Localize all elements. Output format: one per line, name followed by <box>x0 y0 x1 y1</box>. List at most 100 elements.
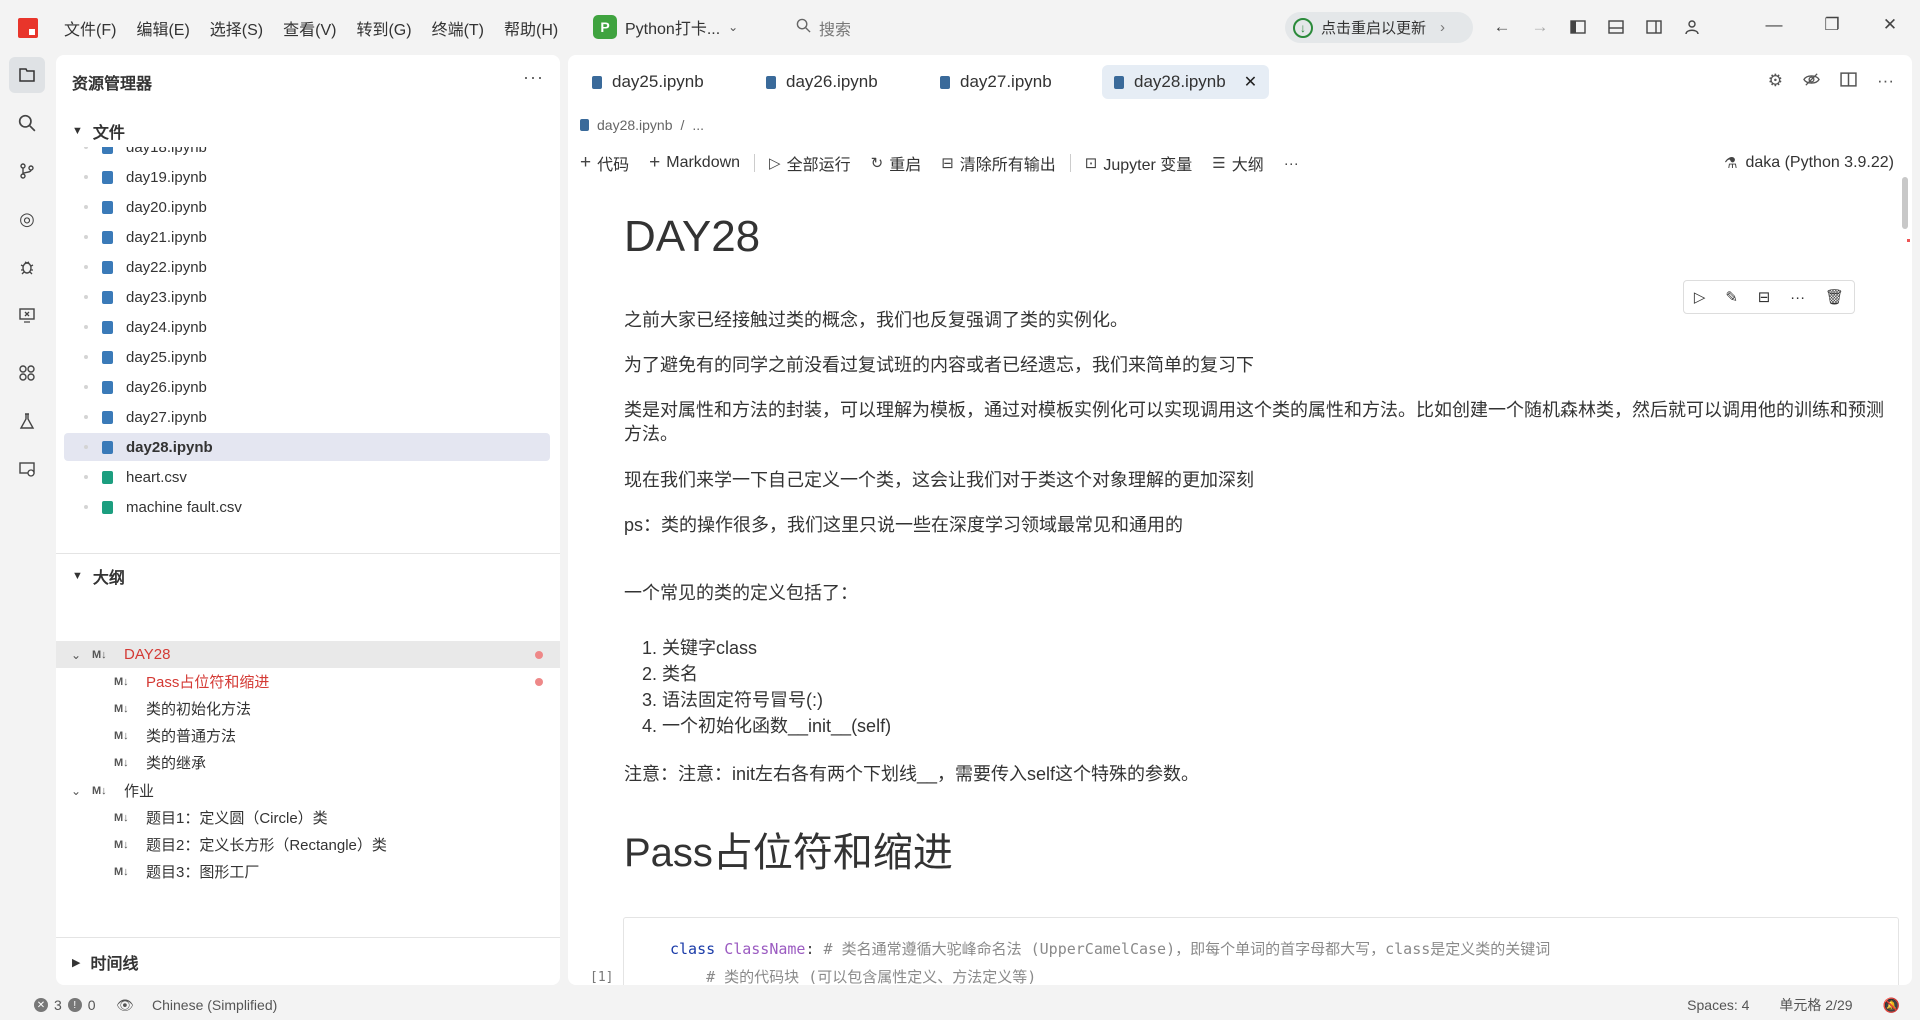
toggle-panel-icon[interactable] <box>1604 15 1628 39</box>
indentation-indicator[interactable]: Spaces: 4 <box>1687 997 1749 1013</box>
add-code-cell-button[interactable]: + 代码 <box>580 151 629 175</box>
kernel-picker[interactable]: ⚗ daka (Python 3.9.22) <box>1724 154 1894 172</box>
menu-help[interactable]: 帮助(H) <box>504 16 558 40</box>
code-editor[interactable]: class ClassName: # 类名通常遵循大驼峰命名法 (UpperCa… <box>670 935 1550 985</box>
run-all-button[interactable]: ▷ 全部运行 <box>769 151 851 175</box>
outline-item[interactable]: ⌄ M↓ 作业 <box>56 777 560 804</box>
file-item[interactable]: day21.ipynb <box>64 223 550 251</box>
outline-item[interactable]: ⌄ M↓ DAY28 <box>56 641 560 668</box>
notebook-file-icon <box>102 170 113 184</box>
file-item[interactable]: day27.ipynb <box>64 403 550 431</box>
menu-selection[interactable]: 选择(S) <box>210 16 263 40</box>
search-icon[interactable] <box>9 105 45 141</box>
maximize-icon[interactable]: ❐ <box>1820 13 1844 37</box>
markdown-paragraph: 一个常见的类的定义包括了： <box>624 583 858 603</box>
add-markdown-cell-button[interactable]: + Markdown <box>649 152 740 174</box>
menu-edit[interactable]: 编辑(E) <box>136 16 189 40</box>
menu-terminal[interactable]: 终端(T) <box>432 16 484 40</box>
editor-actions: ⚙ ··· <box>1768 71 1894 93</box>
file-item[interactable]: day24.ipynb <box>64 313 550 341</box>
cell-position-indicator[interactable]: 单元格 2/29 <box>1779 995 1852 1015</box>
file-item[interactable]: heart.csv <box>64 463 550 491</box>
outline-section-header[interactable]: ▼ 大纲 <box>72 564 125 588</box>
settings-gear-icon[interactable]: ⚙ <box>1768 71 1783 93</box>
breadcrumb-file[interactable]: day28.ipynb <box>597 117 673 133</box>
outline-item[interactable]: M↓ 类的初始化方法 <box>56 695 560 722</box>
file-item[interactable]: machine fault.csv <box>64 493 550 521</box>
tab-day27[interactable]: day27.ipynb <box>928 65 1064 99</box>
outline-button[interactable]: ☰ 大纲 <box>1212 151 1263 175</box>
menu-go[interactable]: 转到(G) <box>356 16 411 40</box>
account-icon[interactable] <box>1680 15 1704 39</box>
extensions-icon[interactable] <box>9 355 45 391</box>
more-actions-icon[interactable]: ··· <box>523 67 544 88</box>
more-actions-icon[interactable]: ··· <box>1790 289 1805 306</box>
timeline-section-header[interactable]: ▶ 时间线 <box>72 950 138 974</box>
file-item[interactable]: day26.ipynb <box>64 373 550 401</box>
breadcrumb-rest[interactable]: ... <box>692 117 704 133</box>
remote-window-icon[interactable] <box>9 297 45 333</box>
problems-indicator[interactable]: ✕ 3 ! 0 <box>34 997 96 1013</box>
eye-icon[interactable]: 👁 <box>116 997 134 1014</box>
explorer-icon[interactable] <box>9 57 45 93</box>
explorer-panel: 资源管理器 ··· ▼ 文件 day18.ipynb day19.ipynb d… <box>56 55 560 985</box>
outline-item[interactable]: M↓ Pass占位符和缩进 <box>56 668 560 695</box>
close-icon[interactable]: ✕ <box>1878 13 1902 37</box>
testing-flask-icon[interactable] <box>9 403 45 439</box>
file-item[interactable]: day22.ipynb <box>64 253 550 281</box>
tab-day26[interactable]: day26.ipynb <box>754 65 890 99</box>
markdown-icon: M↓ <box>114 756 129 769</box>
jupyter-variables-button[interactable]: ⊡ Jupyter 变量 <box>1085 151 1193 175</box>
file-item[interactable]: day23.ipynb <box>64 283 550 311</box>
file-item[interactable]: day19.ipynb <box>64 163 550 191</box>
edit-pencil-icon[interactable]: ✎ <box>1725 288 1738 306</box>
outline-item[interactable]: M↓ 题目3：图形工厂 <box>56 858 560 885</box>
file-item[interactable]: day25.ipynb <box>64 343 550 371</box>
outline-item[interactable]: M↓ 题目2：定义长方形（Rectangle）类 <box>56 831 560 858</box>
markdown-icon: M↓ <box>92 648 107 661</box>
hide-eye-icon[interactable] <box>1803 71 1820 93</box>
command-search[interactable]: 搜索 <box>796 16 851 40</box>
outline-item[interactable]: M↓ 类的普通方法 <box>56 722 560 749</box>
outline-item[interactable]: M↓ 题目1：定义圆（Circle）类 <box>56 804 560 831</box>
clear-outputs-button[interactable]: ⊟ 清除所有输出 <box>941 151 1056 175</box>
forward-arrow-icon[interactable]: → <box>1528 15 1552 39</box>
file-item[interactable]: day20.ipynb <box>64 193 550 221</box>
more-toolbar-button[interactable]: ··· <box>1284 155 1299 172</box>
run-cell-icon[interactable]: ▷ <box>1694 288 1706 306</box>
minimize-icon[interactable]: — <box>1762 13 1786 37</box>
split-cell-icon[interactable]: ⊟ <box>1758 288 1771 306</box>
toggle-primary-sidebar-icon[interactable] <box>1566 15 1590 39</box>
back-arrow-icon[interactable]: ← <box>1490 15 1514 39</box>
notebook-file-icon <box>102 230 113 244</box>
outline-item[interactable]: M↓ 类的继承 <box>56 749 560 776</box>
tab-day25[interactable]: day25.ipynb <box>580 65 716 99</box>
restart-button[interactable]: ↻ 重启 <box>871 151 922 175</box>
code-cell[interactable]: class ClassName: # 类名通常遵循大驼峰命名法 (UpperCa… <box>623 917 1899 985</box>
source-control-icon[interactable] <box>9 153 45 189</box>
activity-bar: ◎ <box>0 55 54 985</box>
close-tab-icon[interactable]: ✕ <box>1244 72 1257 92</box>
file-item[interactable]: day18.ipynb <box>64 147 550 161</box>
toggle-secondary-sidebar-icon[interactable] <box>1642 15 1666 39</box>
notebook-file-icon <box>102 290 113 304</box>
delete-trash-icon[interactable]: 🗑 <box>1825 288 1844 306</box>
csv-file-icon <box>102 500 113 514</box>
outline-section-label: 大纲 <box>92 570 125 587</box>
debug-icon[interactable] <box>9 249 45 285</box>
vertical-scrollbar[interactable] <box>1902 177 1908 229</box>
menu-view[interactable]: 查看(V) <box>283 16 336 40</box>
tab-day28[interactable]: day28.ipynb ✕ <box>1102 65 1270 99</box>
split-editor-icon[interactable] <box>1840 71 1857 93</box>
language-indicator[interactable]: Chinese (Simplified) <box>152 997 277 1013</box>
files-section-header[interactable]: ▼ 文件 <box>72 119 125 143</box>
more-actions-icon[interactable]: ··· <box>1877 71 1894 93</box>
outline-label: 大纲 <box>1231 157 1264 174</box>
remote-explorer-icon[interactable]: ◎ <box>9 201 45 237</box>
notifications-bell-icon[interactable]: 🔕 <box>1883 997 1900 1014</box>
menu-file[interactable]: 文件(F) <box>64 16 116 40</box>
restart-to-update-button[interactable]: ↓ 点击重启以更新 › <box>1285 12 1473 43</box>
remote-connection-icon[interactable] <box>9 451 45 487</box>
workspace-profile-button[interactable]: P Python打卡... ⌄ <box>593 13 738 41</box>
file-item-selected[interactable]: day28.ipynb <box>64 433 550 461</box>
